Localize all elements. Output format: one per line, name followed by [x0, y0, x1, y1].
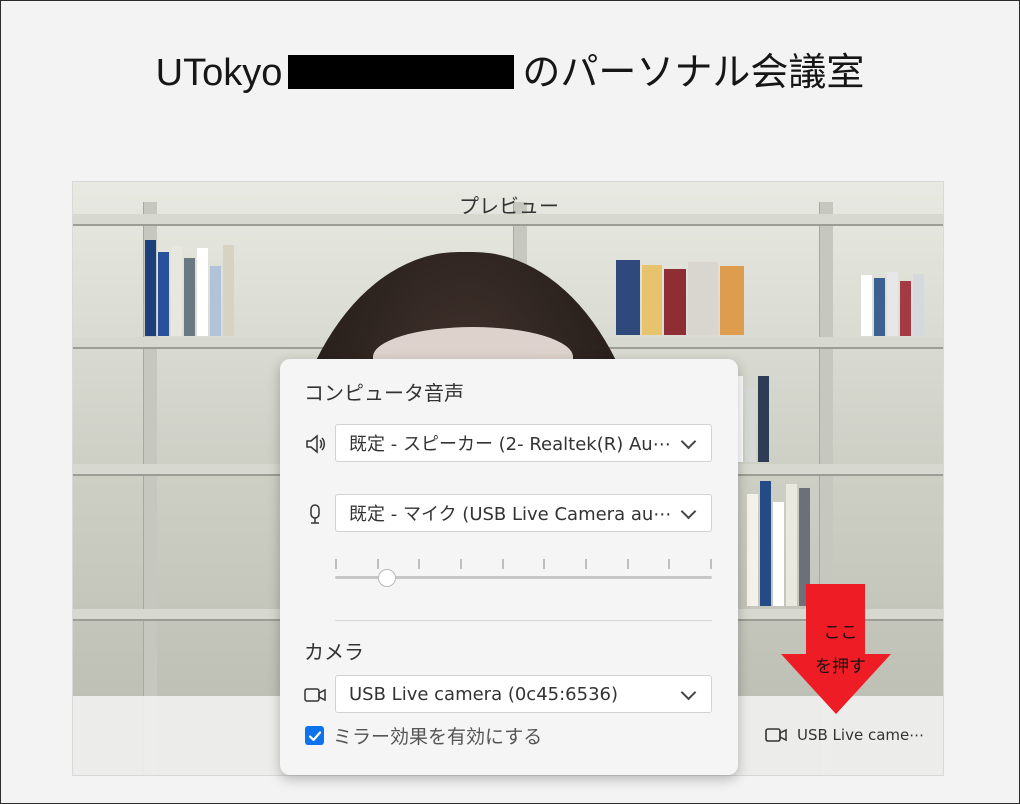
speaker-select[interactable]: 既定 - スピーカー (2- Realtek(R) Au⋯ [335, 424, 712, 462]
checkmark-icon [308, 730, 321, 741]
bookshelf-books [861, 272, 924, 336]
camera-title: カメラ [304, 640, 364, 664]
redacted-name [288, 55, 515, 89]
camera-selector-button[interactable]: USB Live came⋯ [765, 726, 924, 744]
annotation-text: ここ を押す [813, 616, 868, 684]
title-prefix: UTokyo [155, 52, 283, 94]
speaker-icon [306, 434, 325, 454]
title-suffix: のパーソナル会議室 [522, 50, 865, 94]
bookshelf-books [145, 234, 234, 336]
slider-thumb[interactable] [378, 569, 397, 587]
section-divider [335, 620, 712, 621]
mirror-effect-option[interactable]: ミラー効果を有効にする [305, 722, 542, 749]
camera-selector-label: USB Live came⋯ [797, 726, 925, 744]
microphone-select[interactable]: 既定 - マイク (USB Live Camera au⋯ [335, 494, 712, 532]
camera-icon [765, 728, 787, 742]
microphone-volume-slider[interactable] [335, 551, 712, 589]
annotation-line-2: を押す [815, 657, 866, 677]
annotation-line-1: ここ [823, 623, 858, 643]
mirror-effect-label: ミラー効果を有効にする [333, 726, 543, 748]
microphone-icon [310, 504, 320, 524]
camera-icon [304, 688, 326, 702]
bookshelf-books [616, 257, 744, 335]
mirror-effect-checkbox[interactable] [305, 726, 324, 745]
microphone-select-value: 既定 - マイク (USB Live Camera au⋯ [349, 504, 672, 525]
speaker-select-value: 既定 - スピーカー (2- Realtek(R) Au⋯ [349, 434, 671, 455]
chevron-down-icon [680, 433, 697, 450]
audio-video-settings-panel: コンピュータ音声 既定 - スピーカー (2- Realtek(R) Au⋯ 既… [280, 359, 738, 775]
computer-audio-title: コンピュータ音声 [304, 381, 464, 405]
chevron-down-icon [680, 684, 697, 701]
slider-ticks [335, 559, 712, 569]
preview-label: プレビュー [459, 194, 559, 218]
camera-select-value: USB Live camera (0c45:6536) [349, 683, 619, 705]
chevron-down-icon [680, 503, 697, 520]
page-title: UTokyo のパーソナル会議室 [1, 41, 1019, 96]
camera-select[interactable]: USB Live camera (0c45:6536) [335, 675, 712, 713]
